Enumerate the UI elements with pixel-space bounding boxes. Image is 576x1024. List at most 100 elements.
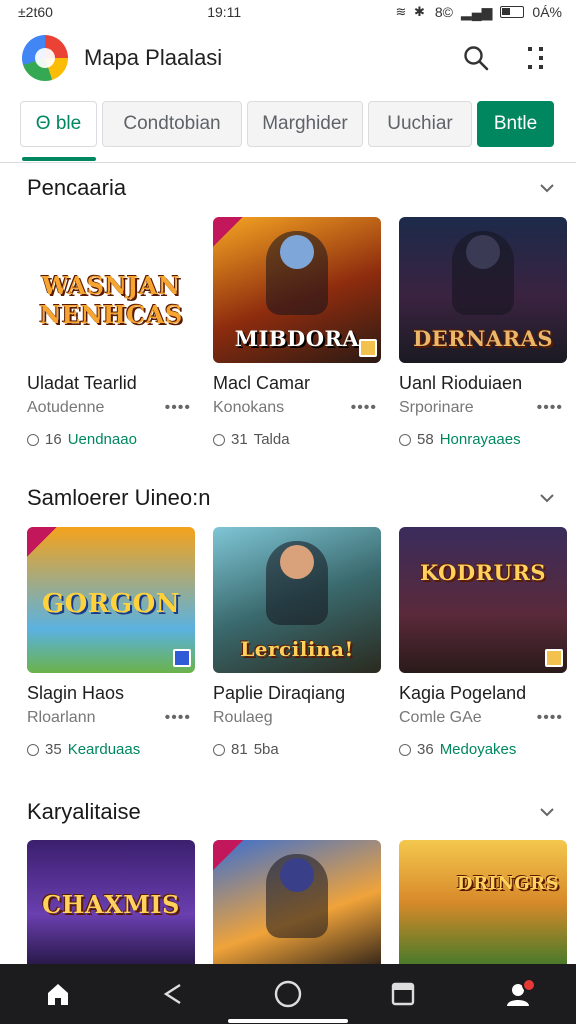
card-row-2: CHAXMIS DRINGRS bbox=[27, 840, 567, 964]
section-2: Karyalitaise bbox=[0, 797, 576, 827]
card-rating: 35 bbox=[45, 741, 62, 758]
card-rating: 31 bbox=[231, 431, 248, 448]
card-title: Macl Camar bbox=[213, 373, 311, 393]
app-card[interactable] bbox=[213, 840, 381, 964]
more-options-icon[interactable]: •••• bbox=[351, 399, 381, 417]
app-thumbnail: WASNJAN NENHCAS bbox=[27, 217, 195, 363]
thumbnail-art-text: KODRURS bbox=[419, 560, 547, 585]
more-options-icon[interactable]: •••• bbox=[165, 709, 195, 727]
app-card[interactable]: MIBDORA Macl Camar Konokans •••• 31 Talda bbox=[213, 217, 381, 448]
app-card[interactable]: Lercilina! Paplie Diraqiang Roulaeg 81 5b… bbox=[213, 527, 381, 758]
card-subtitle: Comle GAe bbox=[399, 709, 482, 726]
card-tag: 5ba bbox=[253, 741, 279, 758]
section-header: Karyalitaise bbox=[0, 797, 576, 827]
app-bar: Mapa Plaalasi bbox=[0, 30, 576, 86]
rating-icon bbox=[213, 743, 225, 756]
more-options-icon[interactable]: •••• bbox=[537, 709, 567, 727]
search-icon[interactable] bbox=[456, 38, 496, 78]
app-thumbnail: DERNARAS bbox=[399, 217, 567, 363]
circle-icon[interactable] bbox=[264, 970, 312, 1018]
rating-icon bbox=[399, 743, 411, 756]
section-1: Samloerer Uineo:n bbox=[0, 483, 576, 513]
app-thumbnail: CHAXMIS bbox=[27, 840, 195, 964]
tab-1[interactable]: Condtobian bbox=[102, 101, 242, 147]
store-logo[interactable] bbox=[22, 35, 68, 81]
card-row-1: GORGON Slagin Haos Rloarlann •••• 35 Keard… bbox=[27, 527, 567, 758]
character-head bbox=[280, 545, 314, 579]
more-options-icon[interactable]: •••• bbox=[165, 399, 195, 417]
status-bar: ±2t60 19:11 ≋ ✱ 8© ▂▄▆ 0Á% bbox=[0, 0, 576, 24]
character-head bbox=[466, 235, 500, 269]
category-tabs: Θ ble Condtobian Marghider Uuchiar Bntle bbox=[20, 101, 564, 149]
card-title: Slagin Haos bbox=[27, 683, 125, 703]
chevron-down-icon[interactable] bbox=[538, 489, 556, 507]
app-card[interactable]: CHAXMIS bbox=[27, 840, 195, 964]
section-title: Karyalitaise bbox=[27, 799, 141, 824]
app-thumbnail: GORGON bbox=[27, 527, 195, 673]
more-options-icon[interactable]: •••• bbox=[537, 399, 567, 417]
wifi-icon: ≋ ✱ bbox=[395, 4, 427, 19]
card-tag: Uendnaao bbox=[67, 431, 137, 448]
card-row-0: WASNJAN NENHCAS Uladat Tearlid Aotudenne… bbox=[27, 217, 567, 448]
app-thumbnail: Lercilina! bbox=[213, 527, 381, 673]
notification-dot bbox=[522, 978, 537, 992]
app-card[interactable]: WASNJAN NENHCAS Uladat Tearlid Aotudenne… bbox=[27, 217, 195, 448]
tab-0[interactable]: Θ ble bbox=[20, 101, 97, 147]
thumbnail-art-text: DERNARAS bbox=[412, 326, 554, 351]
status-time: 19:11 bbox=[207, 4, 242, 20]
card-tag: Kearduaas bbox=[67, 741, 141, 758]
active-tab-indicator bbox=[22, 157, 96, 161]
thumbnail-art-text: Lercilina! bbox=[240, 637, 354, 661]
rating-icon bbox=[27, 433, 39, 446]
card-subtitle: Konokans bbox=[213, 399, 285, 416]
corner-badge bbox=[359, 339, 377, 357]
card-title: Uanl Rioduiaen bbox=[399, 373, 523, 393]
more-icon[interactable] bbox=[516, 38, 556, 78]
character-head bbox=[280, 858, 314, 892]
tab-4[interactable]: Bntle bbox=[477, 101, 554, 147]
app-card[interactable]: KODRURS Kagia Pogeland Comle GAe •••• 36 M… bbox=[399, 527, 567, 758]
app-card[interactable]: GORGON Slagin Haos Rloarlann •••• 35 Keard… bbox=[27, 527, 195, 758]
section-title: Pencaaria bbox=[27, 175, 127, 200]
app-title: Mapa Plaalasi bbox=[84, 45, 223, 70]
gesture-bar[interactable] bbox=[228, 1019, 348, 1023]
app-thumbnail bbox=[213, 840, 381, 964]
card-title: Kagia Pogeland bbox=[399, 683, 527, 703]
card-subtitle: Srporinare bbox=[399, 399, 474, 416]
rating-icon bbox=[399, 433, 411, 446]
signal-icon: ▂▄▆ bbox=[460, 3, 493, 20]
chevron-down-icon[interactable] bbox=[538, 803, 556, 821]
app-card[interactable]: DERNARAS Uanl Rioduiaen Srporinare •••• 5… bbox=[399, 217, 567, 448]
chevron-down-icon[interactable] bbox=[538, 179, 556, 197]
signal-text: 8© bbox=[434, 4, 453, 20]
card-subtitle: Rloarlann bbox=[27, 709, 96, 726]
status-time-left: ±2t60 bbox=[18, 4, 53, 20]
divider bbox=[0, 162, 576, 163]
app-thumbnail: KODRURS bbox=[399, 527, 567, 673]
card-subtitle: Roulaeg bbox=[213, 709, 273, 726]
status-icons: ≋ ✱ 8© ▂▄▆ 0Á% bbox=[395, 4, 562, 21]
home-icon[interactable] bbox=[34, 970, 82, 1018]
tab-3[interactable]: Uuchiar bbox=[368, 101, 472, 147]
character-head bbox=[280, 235, 314, 269]
rating-icon bbox=[27, 743, 39, 756]
tab-2[interactable]: Marghider bbox=[247, 101, 363, 147]
thumbnail-art-text: CHAXMIS bbox=[42, 890, 180, 919]
card-subtitle: Aotudenne bbox=[27, 399, 105, 416]
card-title: Uladat Tearlid bbox=[27, 373, 137, 393]
thumbnail-art-text: GORGON bbox=[41, 589, 181, 619]
app-thumbnail: DRINGRS bbox=[399, 840, 567, 964]
card-title: Paplie Diraqiang bbox=[213, 683, 346, 703]
card-rating: 58 bbox=[417, 431, 434, 448]
share-icon[interactable] bbox=[149, 970, 197, 1018]
app-card[interactable]: DRINGRS bbox=[399, 840, 567, 964]
bottom-nav bbox=[0, 964, 576, 1024]
card-rating: 81 bbox=[231, 741, 248, 758]
square-icon[interactable] bbox=[379, 970, 427, 1018]
profile-icon[interactable] bbox=[494, 970, 542, 1018]
app-thumbnail: MIBDORA bbox=[213, 217, 381, 363]
badge-ribbon bbox=[213, 840, 243, 870]
section-0: Pencaaria bbox=[0, 173, 576, 203]
card-tag: Medoyakes bbox=[439, 741, 517, 758]
thumbnail-art-text: MIBDORA bbox=[234, 326, 360, 351]
